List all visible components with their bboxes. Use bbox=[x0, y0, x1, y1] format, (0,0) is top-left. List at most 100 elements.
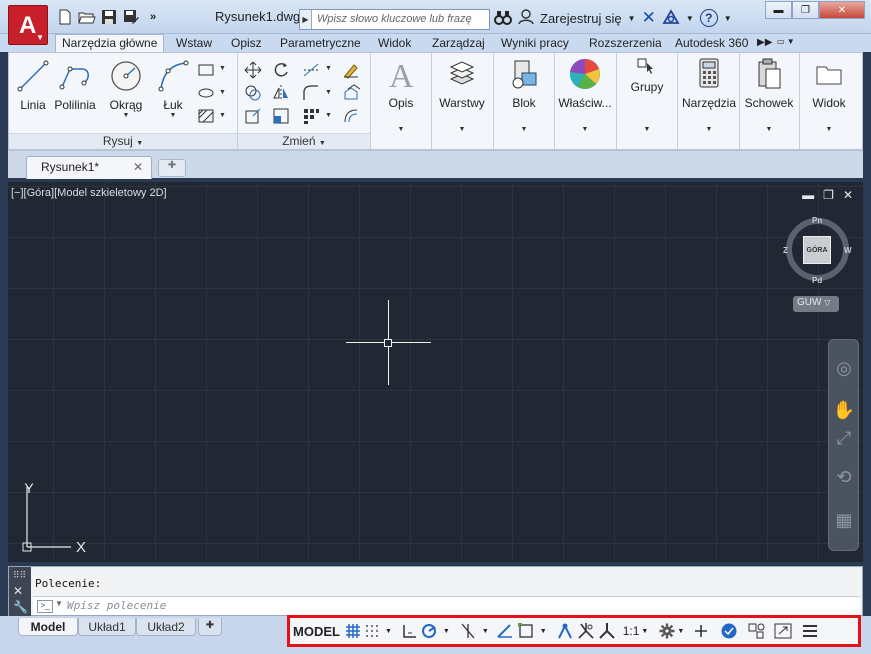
search-input[interactable]: Wpisz słowo kluczowe lub frazę bbox=[312, 10, 477, 29]
viewcube[interactable]: GÓRA Pn Pd Z W bbox=[783, 214, 853, 285]
more-tabs-icon[interactable]: ▶▶ bbox=[757, 34, 772, 52]
search-box[interactable]: ▶ Wpisz słowo kluczowe lub frazę bbox=[299, 9, 490, 30]
close-icon[interactable]: ✕ bbox=[819, 1, 865, 19]
viewcube-top-face[interactable]: GÓRA bbox=[803, 236, 831, 264]
polyline-button[interactable]: Polilinia bbox=[53, 59, 97, 112]
rotate-icon[interactable] bbox=[271, 61, 291, 79]
more-icon[interactable]: » bbox=[144, 8, 162, 26]
move-icon[interactable] bbox=[243, 61, 263, 79]
compass-south[interactable]: Pd bbox=[812, 276, 822, 285]
minimize-icon[interactable]: ▬ bbox=[765, 1, 792, 19]
object-snap-tracking-icon[interactable] bbox=[496, 621, 514, 641]
mirror-icon[interactable] bbox=[271, 84, 291, 102]
orbit-icon[interactable]: ⟲ bbox=[832, 465, 856, 489]
arc-button[interactable]: Łuk ▼ bbox=[153, 59, 193, 119]
tab-annotate[interactable]: Opisz bbox=[231, 34, 262, 52]
new-icon[interactable] bbox=[56, 8, 74, 26]
isolate-objects-icon[interactable] bbox=[747, 621, 765, 641]
showmotion-icon[interactable]: ▦ bbox=[832, 508, 856, 532]
close-icon[interactable]: ✕ bbox=[843, 188, 853, 202]
ucs-menu-button[interactable]: GUW ▽ bbox=[793, 296, 839, 312]
chevron-down-icon[interactable]: ▼ bbox=[153, 112, 193, 119]
groups-button[interactable]: Grupy ▼ bbox=[618, 57, 676, 149]
layout-tab-uklad1[interactable]: Układ1 bbox=[78, 618, 136, 636]
save-icon[interactable] bbox=[100, 8, 118, 26]
restore-icon[interactable]: ❐ bbox=[792, 1, 819, 19]
chevron-down-icon[interactable]: ▼ bbox=[441, 621, 450, 641]
chevron-down-icon[interactable]: ▼ bbox=[219, 89, 226, 96]
binoculars-icon[interactable] bbox=[494, 9, 512, 28]
line-button[interactable]: Linia bbox=[13, 59, 53, 112]
tab-manage[interactable]: Zarządzaj bbox=[432, 34, 485, 52]
app-menu-button[interactable]: A ▼ bbox=[8, 5, 48, 45]
hatch-icon[interactable] bbox=[196, 107, 216, 125]
file-tab-rysunek1[interactable]: Rysunek1* ✕ bbox=[26, 156, 152, 179]
polar-tracking-icon[interactable] bbox=[420, 621, 438, 641]
rectangle-icon[interactable] bbox=[196, 61, 216, 79]
restore-icon[interactable]: ❐ bbox=[823, 188, 834, 202]
object-snap-icon[interactable] bbox=[517, 621, 535, 641]
exchange-icon[interactable]: ✕ bbox=[642, 8, 656, 28]
command-prompt-icon[interactable]: >_ bbox=[37, 600, 53, 613]
stretch-icon[interactable] bbox=[243, 107, 263, 125]
clipboard-button[interactable]: Schowek ▼ bbox=[739, 57, 799, 149]
sign-in-button[interactable]: Zarejestruj się bbox=[540, 11, 622, 26]
tab-addins[interactable]: Rozszerzenia bbox=[589, 34, 662, 52]
chevron-down-icon[interactable]: ▼ bbox=[480, 621, 489, 641]
tab-output[interactable]: Wyniki pracy bbox=[501, 34, 569, 52]
chevron-down-icon[interactable]: ▼ bbox=[325, 112, 332, 119]
layout-tab-model[interactable]: Model bbox=[18, 618, 78, 636]
annotation-scale-button[interactable]: 1:1 ▼ bbox=[623, 621, 649, 641]
block-button[interactable]: Blok ▼ bbox=[495, 57, 553, 149]
autoscale-icon[interactable] bbox=[598, 621, 616, 641]
isodraft-icon[interactable] bbox=[459, 621, 477, 641]
chevron-down-icon[interactable]: ▼ bbox=[383, 621, 392, 641]
tab-parametric[interactable]: Parametryczne bbox=[280, 34, 361, 52]
viewport-controls-label[interactable]: [−][Góra][Model szkieletowy 2D] bbox=[11, 187, 167, 199]
tab-view[interactable]: Widok bbox=[378, 34, 411, 52]
grip-icon[interactable]: ⠿⠿ bbox=[13, 570, 26, 581]
copy-icon[interactable] bbox=[243, 84, 263, 102]
tab-insert[interactable]: Wstaw bbox=[176, 34, 212, 52]
chevron-down-icon[interactable]: ▼ bbox=[104, 112, 148, 119]
model-space-button[interactable]: MODEL bbox=[293, 621, 340, 641]
snap-mode-icon[interactable] bbox=[364, 621, 380, 641]
chevron-down-icon[interactable]: ▼ bbox=[219, 112, 226, 119]
command-input[interactable]: >_ ▼ Wpisz polecenie bbox=[33, 596, 860, 615]
selection-cycling-icon[interactable] bbox=[556, 621, 574, 641]
search-expand-icon[interactable]: ▶ bbox=[300, 10, 312, 29]
save-as-icon[interactable] bbox=[122, 8, 140, 26]
layers-button[interactable]: Warstwy ▼ bbox=[433, 57, 491, 149]
chevron-down-icon[interactable]: ▼ bbox=[686, 14, 694, 23]
compass-north[interactable]: Pn bbox=[812, 216, 822, 225]
utilities-button[interactable]: Narzędzia ▼ bbox=[677, 57, 741, 149]
user-icon[interactable] bbox=[518, 8, 534, 28]
help-icon[interactable]: ? bbox=[699, 9, 718, 27]
properties-button[interactable]: Właściw... ▼ bbox=[555, 57, 615, 149]
grid-display-icon[interactable] bbox=[345, 621, 361, 641]
a360-icon[interactable] bbox=[662, 8, 680, 28]
open-icon[interactable] bbox=[78, 8, 96, 26]
plus-icon[interactable] bbox=[693, 621, 709, 641]
steering-wheel-icon[interactable]: ◎ bbox=[832, 356, 856, 380]
fillet-icon[interactable] bbox=[301, 84, 321, 102]
chevron-down-icon[interactable]: ▼ bbox=[219, 65, 226, 72]
compass-east[interactable]: W bbox=[844, 246, 852, 255]
clean-screen-icon[interactable] bbox=[774, 621, 792, 641]
new-layout-button[interactable]: ✚ bbox=[198, 618, 222, 636]
chevron-down-icon[interactable]: ▼ bbox=[628, 14, 636, 23]
annotation-visibility-icon[interactable] bbox=[577, 621, 595, 641]
customize-wrench-icon[interactable]: 🔧 bbox=[13, 600, 28, 614]
ribbon-minimize-icon[interactable]: ▭ ▼ bbox=[777, 34, 795, 52]
close-icon[interactable]: ✕ bbox=[133, 160, 143, 174]
new-tab-button[interactable]: ✚ bbox=[158, 159, 186, 177]
explode-icon[interactable] bbox=[341, 84, 361, 102]
pan-hand-icon[interactable]: ✋ bbox=[832, 398, 856, 422]
chevron-down-icon[interactable]: ▼ bbox=[538, 621, 547, 641]
hardware-acceleration-icon[interactable] bbox=[720, 621, 738, 641]
chevron-down-icon[interactable]: ▼ bbox=[724, 14, 732, 23]
offset-icon[interactable] bbox=[341, 107, 361, 125]
annotation-button[interactable]: A Opis ▼ bbox=[372, 57, 430, 149]
array-icon[interactable] bbox=[301, 107, 321, 125]
scale-icon[interactable] bbox=[271, 107, 291, 125]
